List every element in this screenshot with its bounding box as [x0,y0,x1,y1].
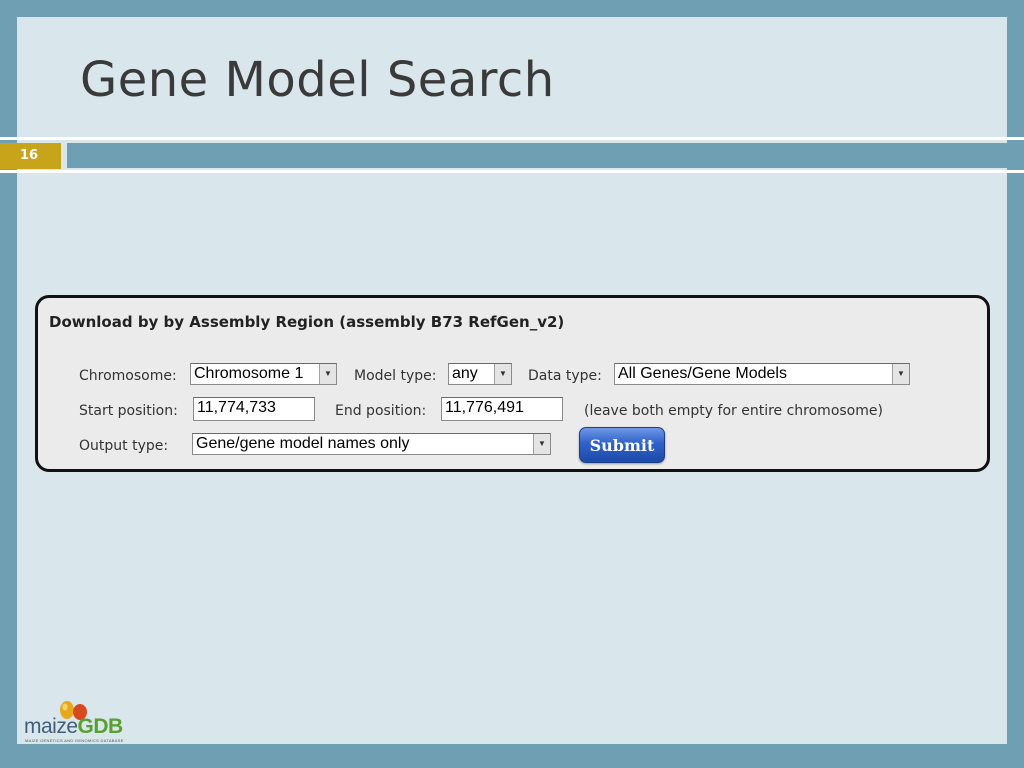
logo-tagline: MAIZE GENETICS AND GENOMICS DATABASE [25,738,124,743]
chevron-down-icon[interactable]: ▼ [319,364,336,384]
data-type-select-value: All Genes/Gene Models [618,365,787,382]
logo-gdb-text: GDB [77,715,124,738]
maizegdb-logo: maizeGDB MAIZE GENETICS AND GENOMICS DAT… [24,699,134,745]
output-type-select-value: Gene/gene model names only [196,435,410,452]
chevron-down-icon[interactable]: ▼ [892,364,909,384]
model-type-label: Model type: [354,368,437,384]
slide-number-badge: 16 [0,143,61,169]
submit-button[interactable]: Submit [579,427,665,463]
chromosome-select-value: Chromosome 1 [194,365,304,382]
output-type-select[interactable]: Gene/gene model names only ▼ [192,433,551,455]
end-position-label: End position: [335,403,427,419]
start-position-label: Start position: [79,403,178,419]
assembly-region-download-panel: Download by by Assembly Region (assembly… [35,295,990,472]
panel-heading: Download by by Assembly Region (assembly… [49,313,565,331]
chromosome-label: Chromosome: [79,368,177,384]
title-rule-bottom [0,170,1024,173]
logo-maize-text: maize [24,715,78,738]
end-position-input[interactable]: 11,776,491 [441,397,563,421]
model-type-select[interactable]: any ▼ [448,363,512,385]
start-position-input[interactable]: 11,774,733 [193,397,315,421]
title-rule-top [0,137,1024,140]
logo-wordmark: maizeGDB [24,715,123,739]
model-type-select-value: any [452,365,478,382]
chromosome-select[interactable]: Chromosome 1 ▼ [190,363,337,385]
output-type-label: Output type: [79,438,169,454]
header-band [67,143,1024,168]
data-type-label: Data type: [528,368,602,384]
chevron-down-icon[interactable]: ▼ [533,434,550,454]
slide-title: Gene Model Search [80,52,555,108]
data-type-select[interactable]: All Genes/Gene Models ▼ [614,363,910,385]
range-hint-text: (leave both empty for entire chromosome) [584,403,883,419]
chevron-down-icon[interactable]: ▼ [494,364,511,384]
